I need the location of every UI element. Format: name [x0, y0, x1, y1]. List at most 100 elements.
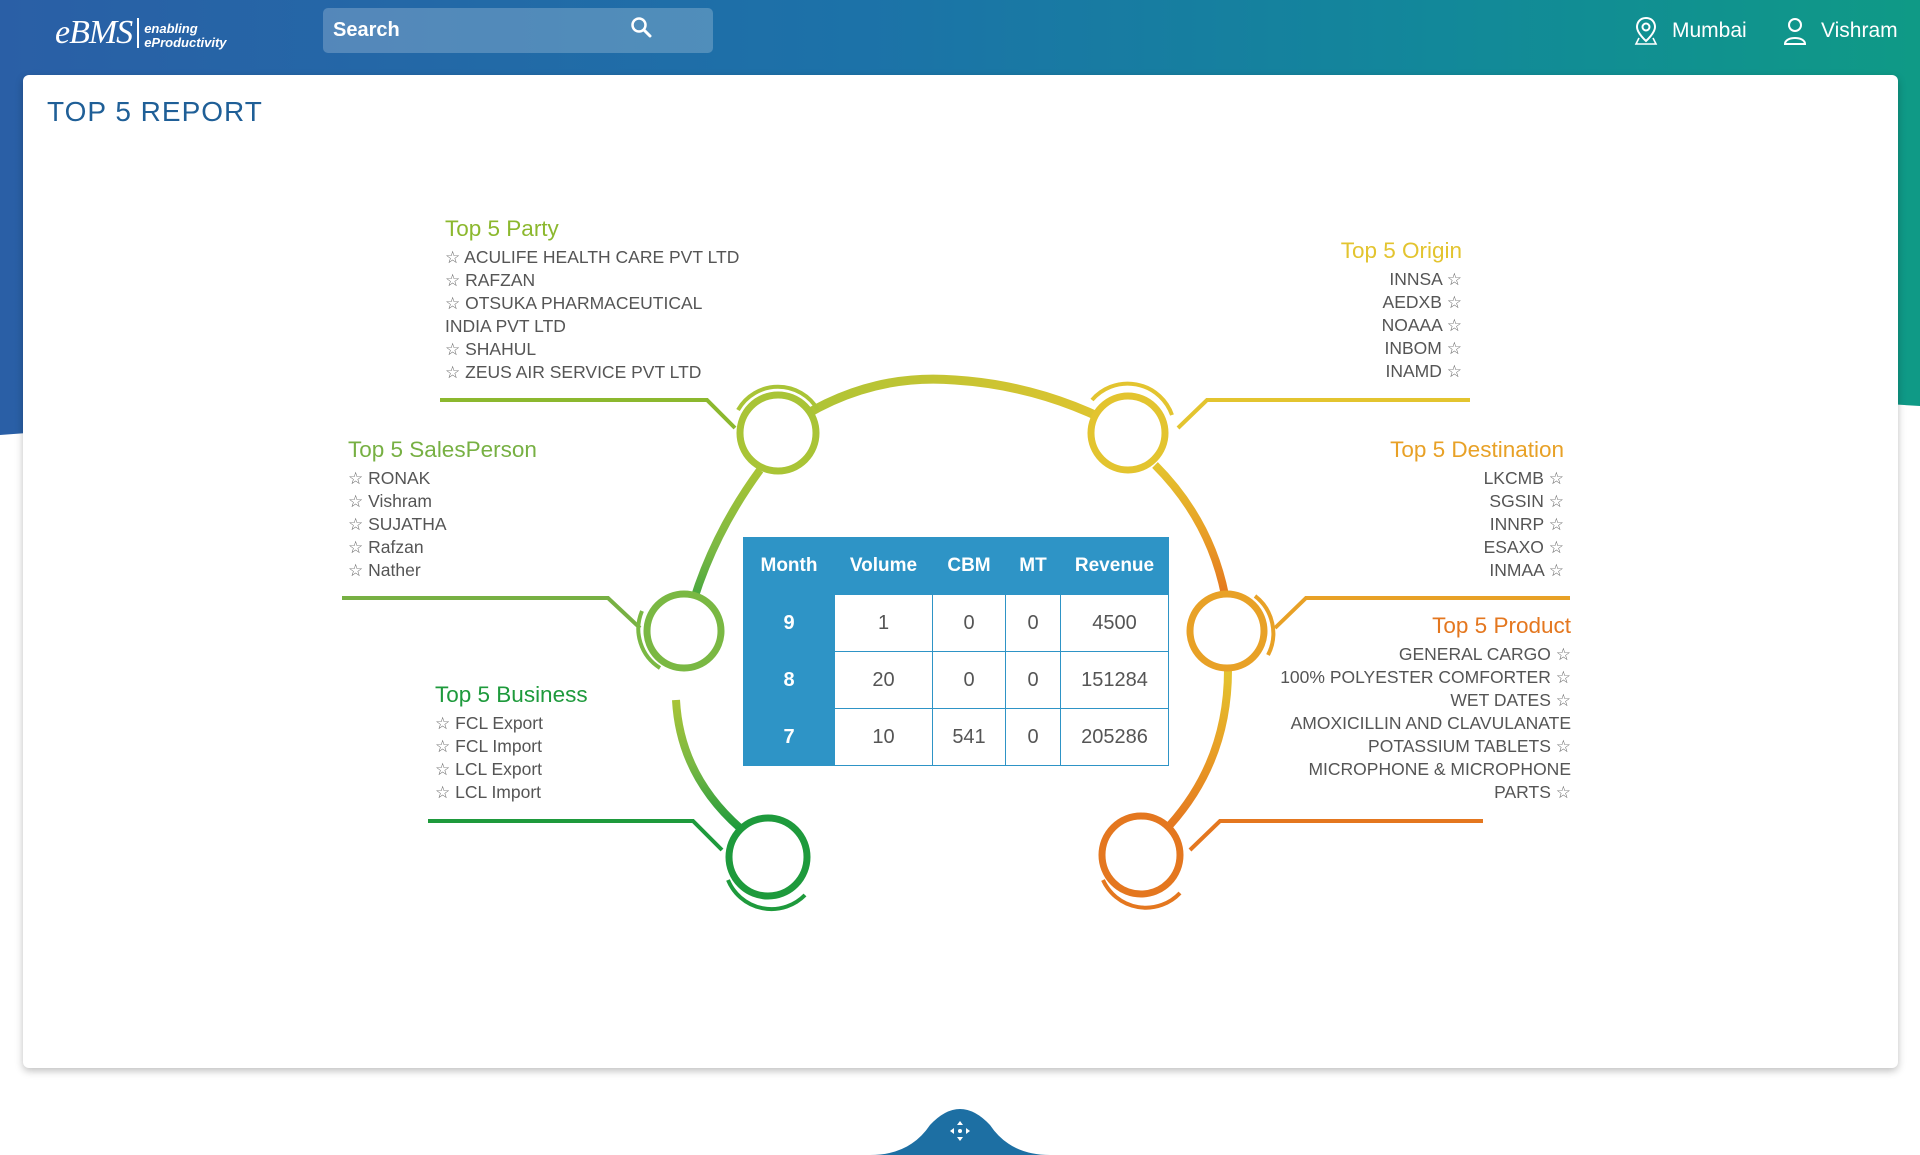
- list-item-continuation[interactable]: INDIA PVT LTD: [445, 315, 739, 338]
- origin-node[interactable]: [1087, 381, 1174, 474]
- product-connector: [1188, 819, 1483, 852]
- star-outline-icon: ☆: [435, 783, 451, 802]
- column-header[interactable]: Revenue: [1060, 537, 1169, 595]
- list-item[interactable]: ☆ FCL Import: [435, 735, 588, 758]
- star-outline-icon: ☆: [435, 760, 451, 779]
- list-item[interactable]: LKCMB ☆: [1390, 467, 1564, 490]
- list-item[interactable]: ☆ Vishram: [348, 490, 537, 513]
- table-row[interactable]: 9 1 0 0 4500: [743, 594, 1169, 652]
- list-item[interactable]: SGSIN ☆: [1390, 490, 1564, 513]
- destination-title: Top 5 Destination: [1390, 437, 1564, 462]
- column-header[interactable]: Volume: [834, 537, 933, 595]
- star-outline-icon: ☆: [445, 294, 461, 313]
- column-header[interactable]: MT: [1005, 537, 1061, 595]
- cell-revenue: 205286: [1060, 708, 1169, 766]
- list-item[interactable]: ☆ LCL Import: [435, 781, 588, 804]
- arch-top: [775, 374, 1133, 437]
- destination-node[interactable]: [1186, 590, 1276, 672]
- list-item[interactable]: AEDXB ☆: [1341, 291, 1462, 314]
- star-outline-icon: ☆: [1446, 362, 1462, 381]
- table-row[interactable]: 8 20 0 0 151284: [743, 651, 1169, 709]
- star-outline-icon: ☆: [1548, 492, 1564, 511]
- table-row[interactable]: 7 10 541 0 205286: [743, 708, 1169, 766]
- star-outline-icon: ☆: [1446, 316, 1462, 335]
- list-item[interactable]: ☆ SHAHUL: [445, 338, 739, 361]
- list-item[interactable]: INAMD ☆: [1341, 360, 1462, 383]
- star-outline-icon: ☆: [1446, 270, 1462, 289]
- cell-mt: 0: [1005, 594, 1061, 652]
- list-item-continuation[interactable]: AMOXICILLIN AND CLAVULANATE: [1280, 712, 1571, 735]
- cell-cbm: 541: [932, 708, 1006, 766]
- summary-table: Month Volume CBM MT Revenue 9 1 0 0 4500…: [743, 537, 1169, 766]
- star-outline-icon: ☆: [348, 538, 364, 557]
- group-origin: Top 5 Origin INNSA ☆ AEDXB ☆ NOAAA ☆ INB…: [1341, 238, 1462, 383]
- star-outline-icon: ☆: [445, 271, 461, 290]
- salesperson-node[interactable]: [636, 590, 725, 672]
- star-outline-icon: ☆: [1446, 339, 1462, 358]
- star-outline-icon: ☆: [435, 714, 451, 733]
- salesperson-title: Top 5 SalesPerson: [348, 437, 537, 462]
- cell-month: 7: [743, 708, 835, 766]
- list-item[interactable]: ☆ OTSUKA PHARMACEUTICAL: [445, 292, 739, 315]
- product-node[interactable]: [1098, 812, 1184, 910]
- party-node[interactable]: [736, 384, 820, 475]
- cell-mt: 0: [1005, 708, 1061, 766]
- cell-volume: 1: [834, 594, 933, 652]
- list-item[interactable]: ☆ ZEUS AIR SERVICE PVT LTD: [445, 361, 739, 384]
- cell-volume: 20: [834, 651, 933, 709]
- party-title: Top 5 Party: [445, 216, 559, 241]
- cell-month: 8: [743, 651, 835, 709]
- product-title: Top 5 Product: [1432, 613, 1571, 638]
- cell-revenue: 4500: [1060, 594, 1169, 652]
- list-item-continuation[interactable]: MICROPHONE & MICROPHONE: [1280, 758, 1571, 781]
- list-item[interactable]: ☆ FCL Export: [435, 712, 588, 735]
- list-item[interactable]: PARTS ☆: [1280, 781, 1571, 804]
- bottom-nav-toggle[interactable]: [870, 1093, 1050, 1155]
- business-node[interactable]: [725, 814, 811, 912]
- arch-right-lower: [1167, 669, 1232, 828]
- list-item[interactable]: INMAA ☆: [1390, 559, 1564, 582]
- table-header-row: Month Volume CBM MT Revenue: [743, 537, 1169, 595]
- arch-left-lower: [672, 699, 743, 831]
- cell-cbm: 0: [932, 594, 1006, 652]
- list-item[interactable]: 100% POLYESTER COMFORTER ☆: [1280, 666, 1571, 689]
- column-header[interactable]: Month: [743, 537, 835, 595]
- star-outline-icon: ☆: [1555, 668, 1571, 687]
- group-salesperson: Top 5 SalesPerson ☆ RONAK ☆ Vishram ☆ SU…: [348, 437, 537, 582]
- list-item[interactable]: ☆ RAFZAN: [445, 269, 739, 292]
- star-outline-icon: ☆: [445, 248, 461, 267]
- star-outline-icon: ☆: [1555, 645, 1571, 664]
- star-outline-icon: ☆: [348, 561, 364, 580]
- list-item[interactable]: GENERAL CARGO ☆: [1280, 643, 1571, 666]
- business-connector: [428, 819, 724, 852]
- list-item[interactable]: INNRP ☆: [1390, 513, 1564, 536]
- star-outline-icon: ☆: [1446, 293, 1462, 312]
- star-outline-icon: ☆: [445, 363, 461, 382]
- cell-month: 9: [743, 594, 835, 652]
- list-item[interactable]: ☆ SUJATHA: [348, 513, 537, 536]
- star-outline-icon: ☆: [1548, 515, 1564, 534]
- list-item[interactable]: ☆ LCL Export: [435, 758, 588, 781]
- star-outline-icon: ☆: [1548, 561, 1564, 580]
- list-item[interactable]: POTASSIUM TABLETS ☆: [1280, 735, 1571, 758]
- cell-cbm: 0: [932, 651, 1006, 709]
- group-business: Top 5 Business ☆ FCL Export ☆ FCL Import…: [435, 682, 588, 804]
- list-item[interactable]: INBOM ☆: [1341, 337, 1463, 360]
- list-item[interactable]: INNSA ☆: [1341, 268, 1462, 291]
- cell-volume: 10: [834, 708, 933, 766]
- list-item[interactable]: ☆ RONAK: [348, 467, 537, 490]
- list-item[interactable]: WET DATES ☆: [1280, 689, 1571, 712]
- list-item[interactable]: ESAXO ☆: [1390, 536, 1564, 559]
- list-item[interactable]: ☆ Rafzan: [348, 536, 537, 559]
- group-product: Top 5 Product GENERAL CARGO ☆ 100% POLYE…: [1280, 613, 1571, 804]
- star-outline-icon: ☆: [1555, 737, 1571, 756]
- list-item[interactable]: ☆ ACULIFE HEALTH CARE PVT LTD: [445, 246, 739, 269]
- column-header[interactable]: CBM: [932, 537, 1006, 595]
- star-outline-icon: ☆: [348, 492, 364, 511]
- star-outline-icon: ☆: [348, 469, 364, 488]
- salesperson-connector: [342, 596, 642, 630]
- list-item[interactable]: ☆ Nather: [348, 559, 537, 582]
- list-item[interactable]: NOAAA ☆: [1341, 314, 1462, 337]
- star-outline-icon: ☆: [435, 737, 451, 756]
- group-destination: Top 5 Destination LKCMB ☆ SGSIN ☆ INNRP …: [1390, 437, 1564, 582]
